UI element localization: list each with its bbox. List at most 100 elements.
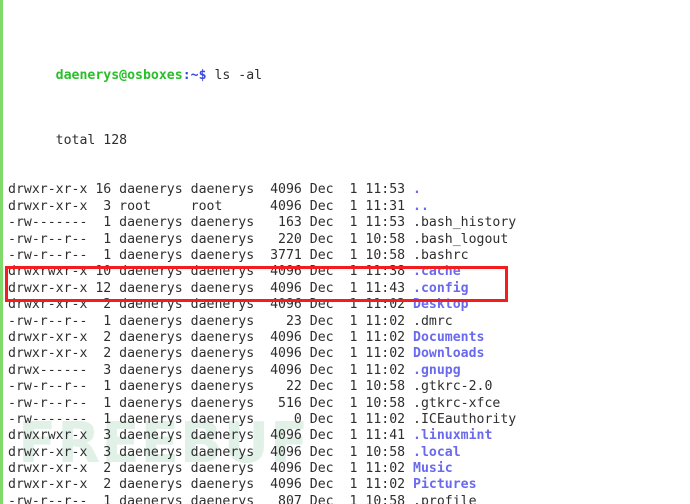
row-month: Dec xyxy=(309,461,334,477)
row-owner: daenerys xyxy=(119,411,183,427)
row-time: 11:02 xyxy=(365,461,406,477)
row-perms: drwxr-xr-x xyxy=(8,346,88,362)
row-month: Dec xyxy=(309,182,334,198)
listing-row: drwxr-xr-x 2 daenerys daenerys 4096 Dec … xyxy=(8,461,453,477)
row-month: Dec xyxy=(309,313,334,329)
row-group: daenerys xyxy=(190,264,255,280)
row-perms: -rw-r--r-- xyxy=(8,313,88,329)
row-month: Dec xyxy=(309,248,334,263)
row-time: 11:38 xyxy=(365,264,406,280)
row-group: daenerys xyxy=(190,182,255,198)
row-time: 11:02 xyxy=(365,297,406,313)
listing-row: drwxr-xr-x 2 daenerys daenerys 4096 Dec … xyxy=(8,477,477,493)
command-text: ls -al xyxy=(206,67,263,83)
row-perms: drwxr-xr-x xyxy=(8,461,88,477)
listing-row: -rw------- 1 daenerys daenerys 0 Dec 1 1… xyxy=(8,411,517,427)
terminal-window[interactable]: FREEBUF daenerys@osboxes:~$ ls -al total… xyxy=(0,0,690,504)
listing-row: drwxrwxr-x 10 daenerys daenerys 4096 Dec… xyxy=(8,264,461,280)
listing-row: drwx------ 3 daenerys daenerys 4096 Dec … xyxy=(8,362,461,378)
row-owner: daenerys xyxy=(119,493,183,504)
row-owner: daenerys xyxy=(119,182,183,198)
row-month: Dec xyxy=(309,493,334,504)
row-perms: drwxr-xr-x xyxy=(8,198,88,214)
row-perms: -rw-r--r-- xyxy=(8,248,88,263)
prompt-suffix: :~$ xyxy=(182,67,207,83)
row-group: daenerys xyxy=(190,411,255,427)
row-time: 11:02 xyxy=(365,346,406,362)
listing-row: drwxr-xr-x 2 daenerys daenerys 4096 Dec … xyxy=(8,329,485,345)
row-owner: daenerys xyxy=(119,231,183,247)
listing-row: -rw-r--r-- 1 daenerys daenerys 516 Dec 1… xyxy=(8,395,501,411)
row-owner: daenerys xyxy=(119,477,183,493)
row-group: daenerys xyxy=(190,329,255,345)
row-month: Dec xyxy=(309,362,334,378)
row-name: Downloads xyxy=(413,346,485,362)
prompt-line-command: daenerys@osboxes:~$ ls -al xyxy=(8,51,690,83)
row-owner: daenerys xyxy=(119,329,183,345)
row-perms: drwxr-xr-x xyxy=(8,297,88,313)
row-time: 10:58 xyxy=(365,379,406,395)
row-perms: drwxr-xr-x xyxy=(8,182,88,198)
row-group: daenerys xyxy=(190,379,255,395)
row-group: daenerys xyxy=(190,280,255,296)
row-month: Dec xyxy=(309,477,334,493)
listing-row: drwxr-xr-x 2 daenerys daenerys 4096 Dec … xyxy=(8,297,469,313)
listing-row: drwxr-xr-x 16 daenerys daenerys 4096 Dec… xyxy=(8,182,421,198)
row-group: daenerys xyxy=(190,297,255,313)
row-perms: drwxr-xr-x xyxy=(8,477,88,493)
row-owner: daenerys xyxy=(119,264,183,280)
row-owner: daenerys xyxy=(119,379,183,395)
listing-row: -rw------- 1 daenerys daenerys 163 Dec 1… xyxy=(8,215,517,231)
row-perms: -rw------- xyxy=(8,215,88,231)
row-month: Dec xyxy=(309,264,334,280)
row-perms: -rw-r--r-- xyxy=(8,379,88,395)
row-name: .bash_logout xyxy=(413,231,509,247)
row-month: Dec xyxy=(309,444,334,460)
row-time: 11:02 xyxy=(365,411,406,427)
row-name: .ICEauthority xyxy=(413,411,517,427)
row-perms: drwxr-xr-x xyxy=(8,329,88,345)
listing-row: -rw-r--r-- 1 daenerys daenerys 220 Dec 1… xyxy=(8,231,509,247)
row-time: 10:58 xyxy=(365,231,406,247)
row-name: .cache xyxy=(413,264,461,280)
row-group: root xyxy=(190,198,223,214)
listing-row: -rw-r--r-- 1 daenerys daenerys 23 Dec 1 … xyxy=(8,313,453,329)
row-perms: drwxrwxr-x xyxy=(8,428,88,444)
row-name: .gtkrc-xfce xyxy=(413,395,501,411)
row-time: 11:53 xyxy=(365,215,406,231)
row-month: Dec xyxy=(309,395,334,411)
row-time: 10:58 xyxy=(365,444,406,460)
row-time: 11:02 xyxy=(365,313,406,329)
row-owner: root xyxy=(119,198,151,214)
listing-row: -rw-r--r-- 1 daenerys daenerys 3771 Dec … xyxy=(8,248,469,263)
row-owner: daenerys xyxy=(119,428,183,444)
row-month: Dec xyxy=(309,346,334,362)
row-month: Dec xyxy=(309,297,334,313)
row-name: .local xyxy=(413,444,461,460)
row-owner: daenerys xyxy=(119,313,183,329)
listing-row: drwxr-xr-x 3 root root 4096 Dec 1 11:31 … xyxy=(8,198,429,214)
row-time: 10:58 xyxy=(365,493,406,504)
row-owner: daenerys xyxy=(119,346,183,362)
row-time: 10:58 xyxy=(365,248,406,263)
row-owner: daenerys xyxy=(119,297,183,313)
row-time: 11:02 xyxy=(365,477,406,493)
row-time: 11:53 xyxy=(365,182,406,198)
row-group: daenerys xyxy=(190,444,255,460)
total-text: total 128 xyxy=(55,133,128,149)
row-name: .gtkrc-2.0 xyxy=(413,379,493,395)
row-owner: daenerys xyxy=(119,215,183,231)
row-name: Documents xyxy=(413,329,485,345)
row-time: 11:43 xyxy=(365,280,406,296)
terminal-left-accent-bar xyxy=(0,0,3,504)
row-owner: daenerys xyxy=(119,248,183,263)
row-month: Dec xyxy=(309,329,334,345)
row-month: Dec xyxy=(309,411,334,427)
row-perms: -rw------- xyxy=(8,411,88,427)
row-owner: daenerys xyxy=(119,362,183,378)
row-group: daenerys xyxy=(190,428,255,444)
listing-row: drwxr-xr-x 3 daenerys daenerys 4096 Dec … xyxy=(8,444,461,460)
row-time: 11:02 xyxy=(365,362,406,378)
listing-row: drwxr-xr-x 2 daenerys daenerys 4096 Dec … xyxy=(8,346,485,362)
row-time: 11:02 xyxy=(365,329,406,345)
